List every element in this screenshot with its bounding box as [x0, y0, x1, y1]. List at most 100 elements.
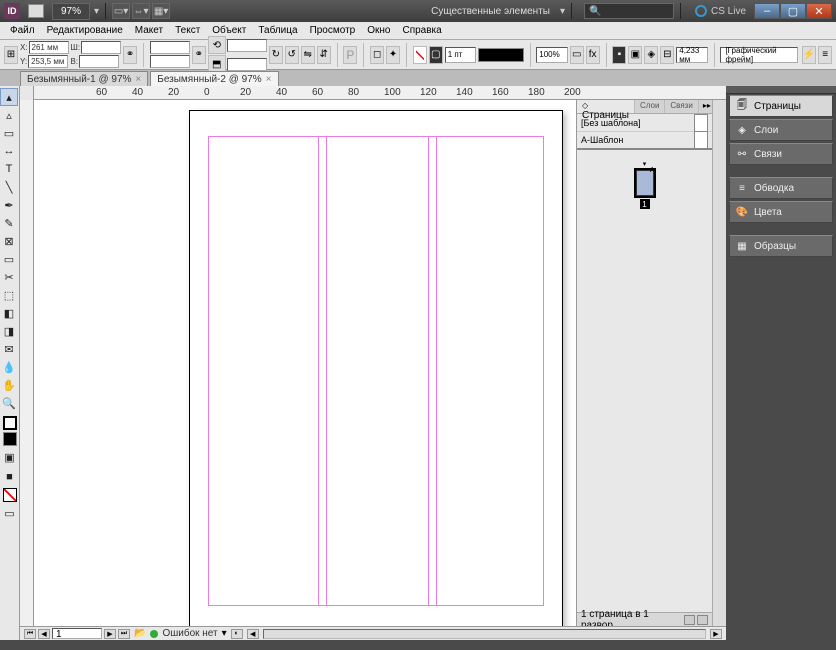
wrap-shape-icon[interactable]: ◈ [644, 46, 658, 64]
selection-tool[interactable]: ▴ [0, 88, 18, 106]
dock-links-button[interactable]: ⚯ Связи [729, 143, 833, 165]
stroke-swatch-icon[interactable]: ▢ [429, 46, 443, 64]
stroke-color-swatch[interactable] [3, 432, 17, 446]
opacity-field[interactable]: 100% [536, 47, 567, 63]
h-field[interactable] [79, 55, 119, 68]
master-a-row[interactable]: А-Шаблон [577, 132, 712, 150]
stroke-weight-field[interactable]: 1 пт [445, 47, 476, 63]
x-field[interactable]: 261 мм [29, 41, 69, 54]
rotate-field[interactable] [227, 39, 267, 52]
reference-point-icon[interactable]: ⊞ [4, 46, 18, 64]
hand-tool[interactable]: ✋ [0, 376, 18, 394]
note-tool[interactable]: ✉ [0, 340, 18, 358]
flip-h-icon[interactable]: ⇋ [301, 46, 315, 64]
master-a-thumb[interactable] [694, 131, 708, 149]
fill-swatch-icon[interactable] [413, 46, 427, 64]
zoom-level-field[interactable]: 97% [52, 3, 90, 20]
view-options-icon[interactable]: ▭▾ [112, 3, 130, 19]
stroke-style-field[interactable] [478, 48, 523, 62]
column-guide[interactable] [326, 136, 327, 606]
search-field[interactable]: 🔍 [584, 3, 674, 19]
status-option-icon[interactable]: ◀ [247, 629, 259, 639]
horizontal-ruler[interactable]: 60 40 20 0 20 40 60 80 100 120 140 160 1… [20, 86, 726, 100]
dock-stroke-button[interactable]: ≡ Обводка [729, 177, 833, 199]
rotate-cw-icon[interactable]: ↻ [269, 46, 283, 64]
master-none-thumb[interactable] [694, 114, 708, 132]
horizontal-scrollbar[interactable] [263, 629, 706, 639]
tab-close-icon[interactable]: × [266, 74, 272, 85]
cslive-button[interactable]: CS Live [695, 5, 746, 17]
tab-close-icon[interactable]: × [135, 74, 141, 85]
direct-selection-tool[interactable]: ▵ [0, 106, 18, 124]
fill-color-swatch[interactable] [3, 416, 17, 430]
type-tool[interactable]: T [0, 160, 18, 178]
select-content-icon[interactable]: ✦ [386, 46, 400, 64]
eyedropper-tool[interactable]: 💧 [0, 358, 18, 376]
panel-tab-pages[interactable]: ◇ Страницы [577, 100, 635, 113]
y-field[interactable]: 253,5 мм [28, 55, 68, 68]
new-page-icon[interactable] [684, 615, 695, 625]
gradient-swatch-tool[interactable]: ◧ [0, 304, 18, 322]
prev-page-button[interactable]: ◀ [38, 629, 50, 639]
constrain-proportions-icon[interactable]: ⚭ [123, 46, 137, 64]
rotate-field-icon[interactable]: ⟲ [208, 36, 226, 54]
open-doc-icon[interactable]: 📂 [134, 628, 146, 639]
menu-view[interactable]: Просмотр [304, 23, 362, 38]
column-guide[interactable] [318, 136, 319, 606]
page[interactable] [189, 110, 563, 626]
menu-help[interactable]: Справка [396, 23, 447, 38]
panel-tab-layers[interactable]: Слои [635, 100, 665, 113]
formatting-container-icon[interactable]: ▣ [1, 448, 19, 466]
shear-field[interactable] [227, 58, 267, 71]
constrain-scale-icon[interactable]: ⚭ [192, 46, 206, 64]
master-none-row[interactable]: [Без шаблона] [577, 114, 712, 132]
apply-none-icon[interactable] [3, 488, 17, 502]
pencil-tool[interactable]: ✎ [0, 214, 18, 232]
free-transform-tool[interactable]: ⬚ [0, 286, 18, 304]
column-guide[interactable] [436, 136, 437, 606]
dock-color-button[interactable]: 🎨 Цвета [729, 201, 833, 223]
drop-shadow-icon[interactable]: fx [586, 46, 600, 64]
page-number-field[interactable]: 1 [52, 628, 102, 639]
w-field[interactable] [81, 41, 121, 54]
gap-field[interactable]: 4,233 мм [676, 47, 707, 63]
menu-text[interactable]: Текст [169, 23, 206, 38]
rectangle-tool[interactable]: ▭ [0, 250, 18, 268]
window-maximize-button[interactable]: ▢ [780, 3, 806, 19]
preflight-menu-icon[interactable]: ▾ [222, 628, 227, 639]
arrange-docs-icon[interactable]: ▦▾ [152, 3, 170, 19]
first-page-button[interactable]: ⏮ [24, 629, 36, 639]
flip-v-icon[interactable]: ⇵ [317, 46, 331, 64]
column-guide[interactable] [428, 136, 429, 606]
wrap-jump-icon[interactable]: ⊟ [660, 46, 674, 64]
last-page-button[interactable]: ⏭ [118, 629, 130, 639]
control-menu-icon[interactable]: ≡ [818, 46, 832, 64]
menu-window[interactable]: Окно [361, 23, 396, 38]
next-page-button[interactable]: ▶ [104, 629, 116, 639]
screen-mode-icon[interactable]: ⇔▾ [132, 3, 150, 19]
frame-type-combo[interactable]: [Графический фрейм] [720, 47, 797, 63]
page-thumbnail[interactable]: A [636, 170, 654, 196]
preflight-status-icon[interactable] [150, 630, 158, 638]
document-tab[interactable]: Безымянный-2 @ 97% × [150, 71, 278, 86]
gradient-feather-tool[interactable]: ◨ [0, 322, 18, 340]
dock-layers-button[interactable]: ◈ Слои [729, 119, 833, 141]
panel-tab-links[interactable]: Связи [665, 100, 698, 113]
line-tool[interactable]: ╲ [0, 178, 18, 196]
vertical-ruler[interactable] [20, 100, 34, 626]
ruler-origin[interactable] [20, 86, 34, 100]
workspace-dropdown-icon[interactable]: ▾ [560, 6, 565, 17]
rotate-ccw-icon[interactable]: ↺ [285, 46, 299, 64]
dock-pages-button[interactable]: 🗐 Страницы [729, 95, 833, 117]
menu-layout[interactable]: Макет [129, 23, 169, 38]
vertical-scrollbar[interactable] [712, 100, 726, 626]
doc-layout-icon[interactable] [28, 4, 44, 18]
gap-tool[interactable]: ↔ [0, 142, 18, 160]
menu-edit[interactable]: Редактирование [41, 23, 129, 38]
scale-x-field[interactable] [150, 41, 190, 54]
document-tab[interactable]: Безымянный-1 @ 97% × [20, 71, 148, 86]
wrap-bbox-icon[interactable]: ▣ [628, 46, 642, 64]
apply-color-icon[interactable]: ■ [1, 468, 19, 486]
screen-mode-tool[interactable]: ▭ [1, 504, 19, 522]
rectangle-frame-tool[interactable]: ⊠ [0, 232, 18, 250]
